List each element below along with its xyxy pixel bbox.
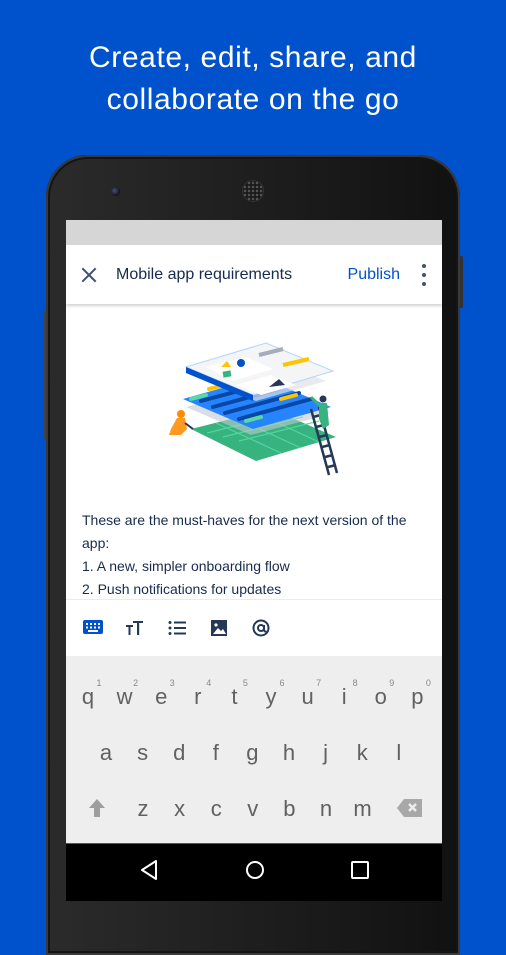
list-item: 2. Push notifications for updates [82, 581, 282, 597]
key-b[interactable]: b [271, 796, 307, 822]
phone-screen: Mobile app requirements Publish These ar… [66, 220, 442, 900]
text-size-icon[interactable] [124, 617, 146, 639]
layers-illustration [169, 342, 339, 476]
close-icon[interactable] [80, 266, 98, 284]
key-hint: 8 [352, 678, 358, 688]
navigation-bar [66, 843, 442, 901]
key-hint: 0 [425, 678, 431, 688]
key-g[interactable]: g [234, 740, 270, 766]
keyboard-icon[interactable] [82, 617, 104, 639]
headline-line-1: Create, edit, share, and [89, 41, 417, 74]
recents-icon[interactable] [350, 859, 370, 886]
key-hint: 2 [133, 678, 139, 688]
key-l[interactable]: l [381, 740, 417, 766]
shift-icon[interactable] [88, 798, 106, 823]
key-h[interactable]: h [271, 740, 307, 766]
more-vert-icon[interactable] [414, 263, 434, 286]
key-s[interactable]: s [125, 740, 161, 766]
key-hint: 7 [316, 678, 322, 688]
key-hint: 6 [279, 678, 285, 688]
key-n[interactable]: n [308, 796, 344, 822]
key-d[interactable]: d [161, 740, 197, 766]
key-f[interactable]: f [198, 740, 234, 766]
headline-line-2: collaborate on the go [106, 83, 400, 116]
earpiece-speaker-icon [243, 181, 263, 201]
app-bar: Mobile app requirements Publish [66, 245, 442, 304]
key-k[interactable]: k [344, 740, 380, 766]
front-camera-icon [111, 187, 120, 196]
paragraph-line: app: [82, 535, 110, 551]
back-icon[interactable] [139, 859, 159, 886]
list-item: 1. A new, simpler onboarding flow [82, 558, 290, 574]
key-v[interactable]: v [235, 796, 271, 822]
document-title: Mobile app requirements [116, 265, 293, 283]
key-hint: 5 [242, 678, 248, 688]
backspace-icon[interactable] [397, 798, 423, 823]
home-icon[interactable] [244, 859, 266, 886]
publish-button[interactable]: Publish [348, 266, 400, 284]
document-content[interactable]: These are the must-haves for the next ve… [66, 304, 442, 599]
soft-keyboard: q1w2e3r4t5y6u7i8o9p0asdfghjklzxcvbnm [66, 656, 442, 843]
image-icon[interactable] [208, 617, 230, 639]
key-c[interactable]: c [198, 796, 234, 822]
document-body[interactable]: These are the must-haves for the next ve… [82, 509, 432, 601]
key-m[interactable]: m [345, 796, 381, 822]
mention-icon[interactable] [250, 617, 272, 639]
paragraph-line: These are the must-haves for the next ve… [82, 512, 407, 528]
status-bar [66, 220, 442, 245]
key-j[interactable]: j [308, 740, 344, 766]
key-hint: 3 [169, 678, 175, 688]
editor-toolbar [66, 599, 442, 656]
key-a[interactable]: a [88, 740, 124, 766]
key-z[interactable]: z [125, 796, 161, 822]
headline: Create, edit, share, and collaborate on … [0, 37, 506, 121]
key-x[interactable]: x [162, 796, 198, 822]
bulleted-list-icon[interactable] [166, 617, 188, 639]
key-hint: 4 [206, 678, 212, 688]
key-hint: 9 [389, 678, 395, 688]
key-hint: 1 [96, 678, 102, 688]
